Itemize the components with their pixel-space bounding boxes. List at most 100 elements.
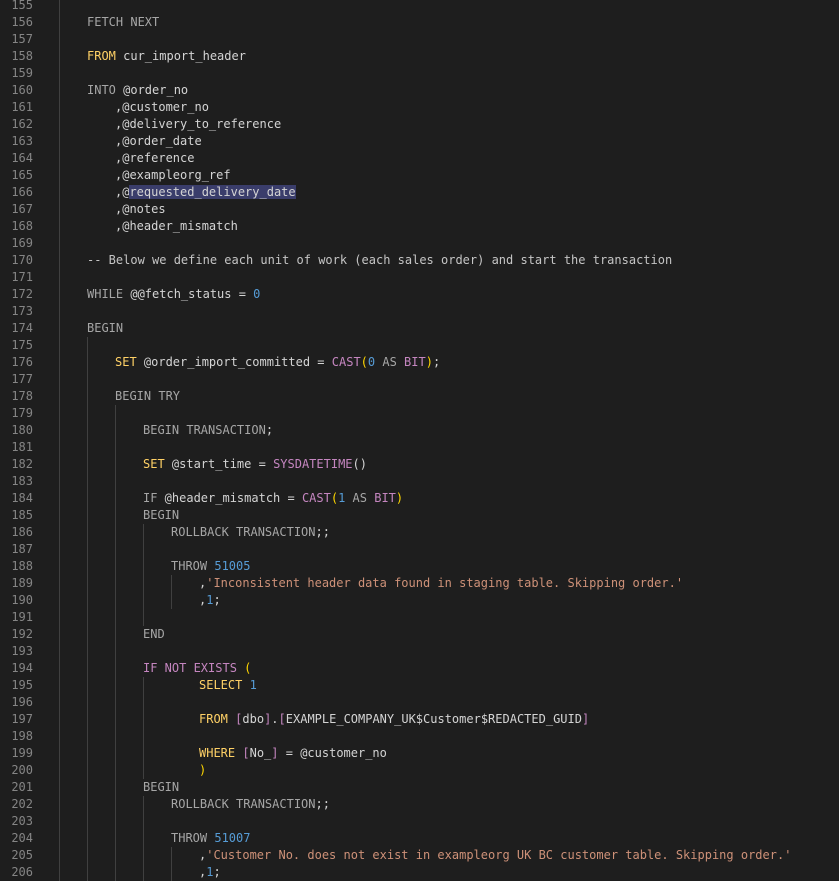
code-line[interactable]: 191: [0, 609, 839, 626]
indent-guide: [115, 779, 116, 796]
code-line[interactable]: 168 ,@header_mismatch: [0, 218, 839, 235]
code-token: THROW: [171, 559, 208, 573]
code-editor[interactable]: 155 156 FETCH NEXT 157 158 FROM cur_import_he…: [0, 0, 839, 881]
indent-guide: [59, 167, 60, 184]
code-line[interactable]: 199 WHERE [No_] = @customer_no: [0, 745, 839, 762]
line-number: 162: [11, 117, 33, 131]
code-line[interactable]: 196: [0, 694, 839, 711]
code-line[interactable]: 184 IF @header_mismatch = CAST(1 AS BIT): [0, 490, 839, 507]
indent-guide: [59, 320, 60, 337]
code-line[interactable]: 174 BEGIN: [0, 320, 839, 337]
code-line[interactable]: 181: [0, 439, 839, 456]
code-line[interactable]: 200): [0, 762, 839, 779]
line-number: 186: [11, 525, 33, 539]
code-line[interactable]: 175: [0, 337, 839, 354]
indent-guide: [171, 592, 172, 609]
code-line[interactable]: 167 ,@notes: [0, 201, 839, 218]
indent-guide: [87, 745, 88, 762]
code-text: IF NOT EXISTS (: [143, 660, 251, 677]
code-token: ,@exampleorg_ref: [115, 168, 231, 182]
code-line[interactable]: 198: [0, 728, 839, 745]
code-line[interactable]: 162 ,@delivery_to_reference: [0, 116, 839, 133]
code-token: ]: [581, 712, 590, 726]
indent-guide: [143, 558, 144, 575]
indent-guide: [59, 405, 60, 422]
code-token: BEGIN TRY: [115, 389, 181, 403]
code-line[interactable]: 201 BEGIN: [0, 779, 839, 796]
line-number: 167: [11, 202, 33, 216]
indent-guide: [115, 626, 116, 643]
code-line[interactable]: 183: [0, 473, 839, 490]
code-text: ,1;: [199, 592, 221, 609]
code-line[interactable]: 182 SET @start_time = SYSDATETIME(): [0, 456, 839, 473]
indent-guide: [115, 507, 116, 524]
code-line[interactable]: 203: [0, 813, 839, 830]
line-number: 176: [11, 355, 33, 369]
code-token: ,@order_date: [115, 134, 202, 148]
code-line[interactable]: 163 ,@order_date: [0, 133, 839, 150]
code-line[interactable]: 171: [0, 269, 839, 286]
line-number: 159: [11, 66, 33, 80]
code-line[interactable]: 155: [0, 0, 839, 14]
code-text: ROLLBACK TRANSACTION;;: [171, 796, 330, 813]
code-line[interactable]: 169: [0, 235, 839, 252]
code-line[interactable]: 161 ,@customer_no: [0, 99, 839, 116]
code-token: ;: [213, 865, 221, 879]
code-line[interactable]: 195 SELECT 1: [0, 677, 839, 694]
code-line[interactable]: 158 FROM cur_import_header: [0, 48, 839, 65]
code-line[interactable]: 178 BEGIN TRY: [0, 388, 839, 405]
indent-guide: [59, 354, 60, 371]
code-line[interactable]: 157: [0, 31, 839, 48]
indent-guide: [59, 490, 60, 507]
code-line[interactable]: 166 ,@requested_delivery_date: [0, 184, 839, 201]
code-token: WHERE: [199, 746, 236, 760]
code-line[interactable]: 186 ROLLBACK TRANSACTION;;: [0, 524, 839, 541]
code-line[interactable]: 192 END: [0, 626, 839, 643]
code-line[interactable]: 177: [0, 371, 839, 388]
indent-guide: [59, 48, 60, 65]
code-line[interactable]: 179: [0, 405, 839, 422]
line-number: 157: [11, 32, 33, 46]
code-line[interactable]: 190 ,1;: [0, 592, 839, 609]
code-line[interactable]: 194 IF NOT EXISTS (: [0, 660, 839, 677]
code-line[interactable]: 193: [0, 643, 839, 660]
code-line[interactable]: 187: [0, 541, 839, 558]
selected-text: requested_delivery_date: [129, 185, 296, 199]
code-line[interactable]: 156 FETCH NEXT: [0, 14, 839, 31]
indent-guide: [59, 728, 60, 745]
indent-guide: [87, 592, 88, 609]
line-number: 200: [11, 763, 33, 777]
code-line[interactable]: 197 FROM [dbo].[EXAMPLE_COMPANY_UK$Custom…: [0, 711, 839, 728]
code-text: ): [199, 762, 206, 779]
code-line[interactable]: 204 THROW 51007: [0, 830, 839, 847]
indent-guide: [87, 575, 88, 592]
line-number: 205: [11, 848, 33, 862]
indent-guide: [87, 796, 88, 813]
indent-guide: [143, 796, 144, 813]
line-number: 163: [11, 134, 33, 148]
code-line[interactable]: 176 SET @order_import_committed = CAST(0 …: [0, 354, 839, 371]
code-text: BEGIN: [143, 779, 179, 796]
code-token: 'Customer No. does not exist in exampleo…: [206, 848, 792, 862]
indent-guide: [59, 371, 60, 388]
code-token: @@fetch_status =: [123, 287, 254, 301]
code-line[interactable]: 172 WHILE @@fetch_status = 0: [0, 286, 839, 303]
indent-guide: [87, 813, 88, 830]
code-text: BEGIN TRANSACTION;: [143, 422, 273, 439]
code-token: IF NOT EXISTS: [143, 661, 237, 675]
code-line[interactable]: 180 BEGIN TRANSACTION;: [0, 422, 839, 439]
code-line[interactable]: 188 THROW 51005: [0, 558, 839, 575]
code-line[interactable]: 160 INTO @order_no: [0, 82, 839, 99]
code-line[interactable]: 165 ,@exampleorg_ref: [0, 167, 839, 184]
code-line[interactable]: 185 BEGIN: [0, 507, 839, 524]
code-token: ,@delivery_to_reference: [115, 117, 282, 131]
code-line[interactable]: 170 -- Below we define each unit of work …: [0, 252, 839, 269]
code-line[interactable]: 205 ,'Customer No. does not exist in exam…: [0, 847, 839, 864]
code-line[interactable]: 202 ROLLBACK TRANSACTION;;: [0, 796, 839, 813]
code-line[interactable]: 173: [0, 303, 839, 320]
code-line[interactable]: 159: [0, 65, 839, 82]
code-line[interactable]: 189 ,'Inconsistent header data found in s…: [0, 575, 839, 592]
code-token: ,@: [115, 185, 130, 199]
code-line[interactable]: 164 ,@reference: [0, 150, 839, 167]
line-number: 155: [11, 0, 33, 12]
